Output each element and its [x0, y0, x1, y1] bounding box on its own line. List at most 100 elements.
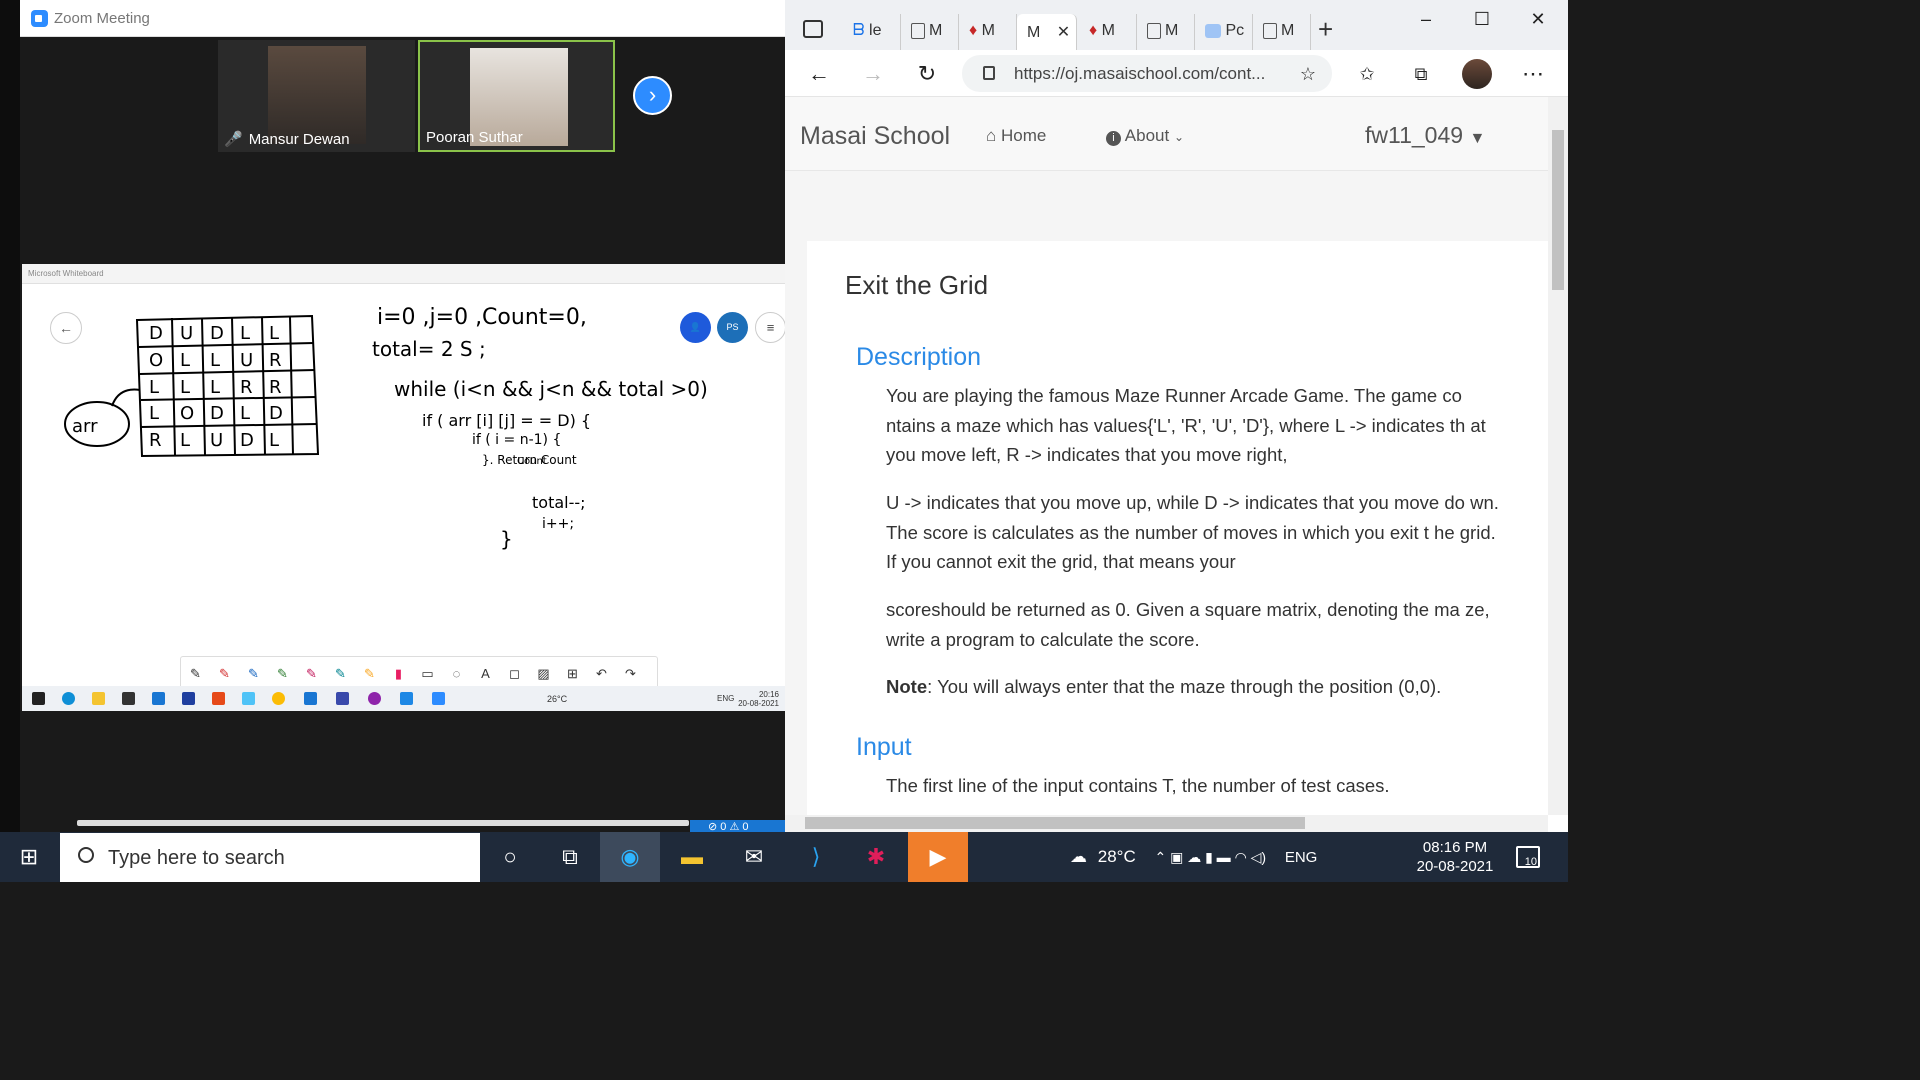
handwritten-code: i=0 ,j=0 ,Count=0, total= 2 S ; while (i<n… — [372, 305, 708, 551]
office-icon — [212, 692, 225, 705]
mail-icon — [152, 692, 165, 705]
cortana-icon[interactable]: ○ — [480, 832, 540, 882]
tab-actions-icon[interactable] — [803, 20, 823, 38]
participant-tile-active[interactable]: Pooran Suthar — [418, 40, 615, 152]
minimize-icon[interactable]: – — [1398, 0, 1454, 38]
input-heading: Input — [856, 733, 912, 761]
nav-about-dropdown[interactable]: i About ⌄ — [1106, 126, 1184, 146]
vscode-icon[interactable]: ⟩ — [786, 832, 846, 882]
grid-cell-letter: R — [269, 350, 282, 371]
description-heading: Description — [856, 343, 982, 371]
browser-tab[interactable]: M — [1137, 14, 1195, 50]
whiteboard-canvas[interactable]: D U D L LO L L U RL L L R RL O D L DR L U D L arr i=0 ,j=0 ,… — [22, 284, 785, 664]
zoom-title-bar[interactable]: Zoom Meeting — [20, 0, 785, 37]
browser-tab-active[interactable]: M ✕ — [1017, 14, 1077, 50]
windows-icon — [32, 692, 45, 705]
grid-cell-letter: L — [269, 323, 279, 344]
participant-tile[interactable]: 🎤 Mansur Dewan — [218, 40, 415, 152]
refresh-icon[interactable]: ↻ — [912, 60, 942, 90]
site-brand[interactable]: Masai School — [800, 122, 950, 151]
maximize-icon[interactable]: ☐ — [1454, 0, 1510, 38]
task-view-icon[interactable]: ⧉ — [540, 832, 600, 882]
browser-tab[interactable]: M — [901, 14, 959, 50]
edge-icon[interactable]: ◉ — [600, 832, 660, 882]
back-arrow-icon[interactable]: ← — [804, 60, 834, 90]
window-controls: – ☐ ✕ — [1398, 0, 1568, 40]
address-bar[interactable]: https://oj.masaischool.com/cont... — [962, 55, 1332, 92]
edge-icon — [62, 692, 75, 705]
language-indicator[interactable]: ENG — [1285, 849, 1318, 866]
browser-tab[interactable]: Pc — [1195, 14, 1253, 50]
tray-icons[interactable]: ⌃ ▣ ☁ ▮ ▬ ◠ ◁) — [1154, 849, 1266, 865]
search-placeholder: Type here to search — [108, 847, 285, 869]
description-paragraph: scoreshould be returned as 0. Given a sq… — [886, 599, 1490, 650]
grid-cell-letter: L — [149, 403, 159, 424]
taskbar-clock[interactable]: 08:16 PM 20-08-2021 — [1405, 838, 1505, 876]
zoom-icon — [432, 692, 445, 705]
profile-avatar[interactable] — [1462, 59, 1492, 89]
vscode-icon — [304, 692, 317, 705]
next-page-button[interactable]: › — [633, 76, 672, 115]
lock-icon[interactable] — [983, 66, 995, 80]
code-line: total= 2 S ; — [372, 337, 486, 361]
code-line: Count — [517, 456, 547, 467]
grid-cell-letter: D — [269, 403, 283, 424]
description-paragraph: You are playing the famous Maze Runner A… — [886, 385, 1486, 465]
collections-icon[interactable]: ⧉ — [1406, 60, 1436, 90]
app-icon — [400, 692, 413, 705]
inner-temperature: 26°C — [547, 694, 568, 704]
grid-cell-letter: D — [149, 323, 163, 344]
windows-start-icon[interactable]: ⊞ — [0, 832, 58, 882]
temperature[interactable]: 28°C — [1098, 847, 1136, 866]
horizontal-scrollbar[interactable] — [785, 815, 1548, 832]
code-line: total--; — [532, 493, 586, 512]
problem-title: Exit the Grid — [845, 270, 989, 300]
windows-taskbar: ⊞ Type here to search ○ ⧉ ◉ ▬ ✉ ⟩ ✱ ▶ ☁ … — [0, 832, 1568, 882]
new-tab-icon[interactable]: + — [1318, 14, 1333, 45]
info-icon: i — [1106, 131, 1121, 146]
pin-icon: ♦ — [969, 22, 978, 39]
web-page: Masai School ⌂ Home i About ⌄ fw11_049 ▼… — [785, 97, 1548, 815]
code-line: i=0 ,j=0 ,Count=0, — [377, 305, 587, 330]
grid-cell-letter: D — [210, 323, 224, 344]
more-options-icon[interactable]: ⋯ — [1518, 60, 1548, 90]
grid-cell-letter: L — [149, 377, 159, 398]
note-paragraph: Note: You will always enter that the maz… — [886, 676, 1442, 697]
page-icon — [911, 22, 925, 39]
app-icon — [182, 692, 195, 705]
muted-mic-icon: 🎤 — [224, 131, 243, 148]
file-explorer-icon[interactable]: ▬ — [662, 832, 722, 882]
taskbar-search-box[interactable]: Type here to search — [60, 833, 480, 882]
favorites-icon[interactable]: ✩ — [1352, 60, 1382, 90]
add-favorite-icon[interactable]: ☆ — [1293, 60, 1323, 90]
browser-tab[interactable]: M — [1253, 14, 1311, 50]
page-icon — [1147, 22, 1161, 39]
code-line: if ( i = n-1) { — [472, 432, 561, 448]
slack-icon[interactable]: ✱ — [846, 832, 906, 882]
desktop-background — [0, 0, 20, 832]
browser-tab[interactable]: ♦ M — [1079, 14, 1137, 50]
zoom-window-title: Zoom Meeting — [54, 10, 150, 27]
forward-arrow-icon[interactable]: → — [858, 60, 888, 90]
code-line: while (i<n && j<n && total >0) — [394, 377, 708, 401]
zoom-logo-icon — [31, 10, 48, 27]
weather-icon[interactable]: ☁ — [1070, 847, 1087, 866]
scrollbar-thumb[interactable] — [805, 817, 1305, 829]
navigation-bar: ← → ↻ https://oj.masaischool.com/cont...… — [785, 50, 1568, 97]
grid-cell-letter: L — [240, 403, 250, 424]
chrome-icon — [368, 692, 381, 705]
vertical-scrollbar[interactable] — [1548, 97, 1568, 815]
mail-icon[interactable]: ✉ — [724, 832, 784, 882]
scrollbar-thumb[interactable] — [1552, 130, 1564, 290]
zoom-icon[interactable]: ▶ — [908, 832, 968, 882]
grid-cell-letter: D — [210, 403, 224, 424]
notification-center-icon[interactable]: 10 — [1516, 846, 1540, 868]
chevron-right-icon: › — [648, 82, 657, 107]
user-menu-dropdown[interactable]: fw11_049 ▼ — [1365, 122, 1485, 149]
close-icon[interactable]: ✕ — [1510, 0, 1566, 38]
grid-cell-letter: R — [240, 377, 253, 398]
browser-tab[interactable]: ᗷ le — [843, 14, 901, 50]
nav-home-link[interactable]: ⌂ Home — [986, 126, 1046, 146]
browser-tab[interactable]: ♦ M — [959, 14, 1017, 50]
zoom-horizontal-scrollbar[interactable] — [77, 820, 689, 826]
